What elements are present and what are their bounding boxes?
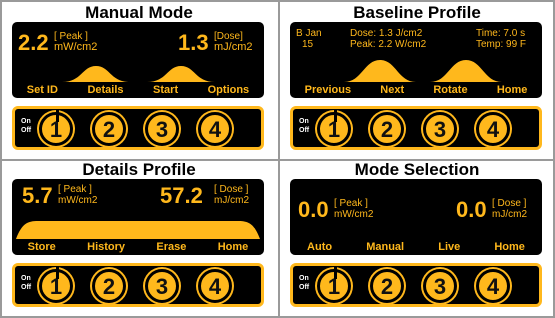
- softkey-row: Auto Manual Live Home: [290, 239, 542, 255]
- details-profile-title: Details Profile: [82, 160, 196, 179]
- erase-softkey[interactable]: Erase: [156, 241, 186, 253]
- rotate-softkey[interactable]: Rotate: [433, 84, 467, 96]
- on-off-label: On Off: [299, 118, 310, 134]
- button-3[interactable]: 3: [145, 112, 179, 146]
- on-off-label: On Off: [21, 118, 32, 134]
- details-profile-display: 5.7 [ Peak ] mW/cm2 57.2 [ Dose ] mJ/cm2…: [12, 179, 264, 255]
- button-3[interactable]: 3: [423, 112, 457, 146]
- button-1[interactable]: 1: [317, 267, 351, 303]
- button-2[interactable]: 2: [92, 269, 126, 303]
- dose-tag: [ Dose ]: [492, 198, 527, 209]
- previous-softkey[interactable]: Previous: [305, 84, 351, 96]
- keypad: On Off 1 2 3 4: [290, 263, 542, 307]
- keypad: On Off 1 2 3 4: [290, 106, 542, 150]
- button-3[interactable]: 3: [423, 269, 457, 303]
- peak-tag: [ Peak ]: [334, 198, 368, 209]
- button-2[interactable]: 2: [370, 269, 404, 303]
- button-3[interactable]: 3: [145, 269, 179, 303]
- mode-selection-panel: Mode Selection 0.0 [ Peak ] mW/cm2 0.0 […: [280, 160, 554, 316]
- mode-selection-display: 0.0 [ Peak ] mW/cm2 0.0 [ Dose ] mJ/cm2 …: [290, 179, 542, 255]
- softkey-row: Previous Next Rotate Home: [290, 82, 542, 98]
- keypad: On Off 1 2 3 4: [12, 263, 264, 307]
- four-screen-panel: Manual Mode 2.2 [ Peak ] mW/cm2 1.3 [Dos…: [0, 0, 555, 318]
- start-softkey[interactable]: Start: [153, 84, 178, 96]
- button-2[interactable]: 2: [370, 112, 404, 146]
- options-softkey[interactable]: Options: [208, 84, 250, 96]
- button-4[interactable]: 4: [198, 269, 232, 303]
- set-id-softkey[interactable]: Set ID: [27, 84, 58, 96]
- baseline-profile-title: Baseline Profile: [353, 3, 481, 22]
- softkey-row: Store History Erase Home: [12, 239, 264, 255]
- history-softkey[interactable]: History: [87, 241, 125, 253]
- dose-unit: mJ/cm2: [492, 209, 527, 220]
- details-softkey[interactable]: Details: [87, 84, 123, 96]
- dose-value: 0.0: [456, 197, 487, 222]
- home-softkey[interactable]: Home: [218, 241, 249, 253]
- button-4[interactable]: 4: [198, 112, 232, 146]
- mode-selection-title: Mode Selection: [354, 160, 480, 179]
- manual-mode-title: Manual Mode: [85, 3, 193, 22]
- on-off-label: On Off: [21, 275, 32, 291]
- manual-mode-panel: Manual Mode 2.2 [ Peak ] mW/cm2 1.3 [Dos…: [2, 2, 276, 157]
- button-2[interactable]: 2: [92, 112, 126, 146]
- home-softkey[interactable]: Home: [494, 241, 525, 253]
- baseline-profile-display: B Jan 15 Dose: 1.3 J/cm2 Peak: 2.2 W/cm2…: [290, 22, 542, 98]
- peak-value: 0.0: [298, 197, 329, 222]
- store-softkey[interactable]: Store: [28, 241, 56, 253]
- button-4[interactable]: 4: [476, 269, 510, 303]
- auto-softkey[interactable]: Auto: [307, 241, 332, 253]
- manual-softkey[interactable]: Manual: [366, 241, 404, 253]
- home-softkey[interactable]: Home: [497, 84, 528, 96]
- live-softkey[interactable]: Live: [438, 241, 460, 253]
- button-4[interactable]: 4: [476, 112, 510, 146]
- peak-unit: mW/cm2: [334, 209, 374, 220]
- button-1[interactable]: 1: [39, 110, 73, 146]
- next-softkey[interactable]: Next: [380, 84, 404, 96]
- details-profile-panel: Details Profile 5.7 [ Peak ] mW/cm2 57.2…: [2, 160, 276, 316]
- keypad: On Off 1 2 3 4: [12, 106, 264, 150]
- button-1[interactable]: 1: [317, 110, 351, 146]
- manual-mode-display: 2.2 [ Peak ] mW/cm2 1.3 [Dose] mJ/cm2 Se…: [12, 22, 264, 98]
- baseline-profile-panel: Baseline Profile B Jan 15 Dose: 1.3 J/cm…: [280, 2, 554, 157]
- button-1[interactable]: 1: [39, 267, 73, 303]
- on-off-label: On Off: [299, 275, 310, 291]
- softkey-row: Set ID Details Start Options: [12, 82, 264, 98]
